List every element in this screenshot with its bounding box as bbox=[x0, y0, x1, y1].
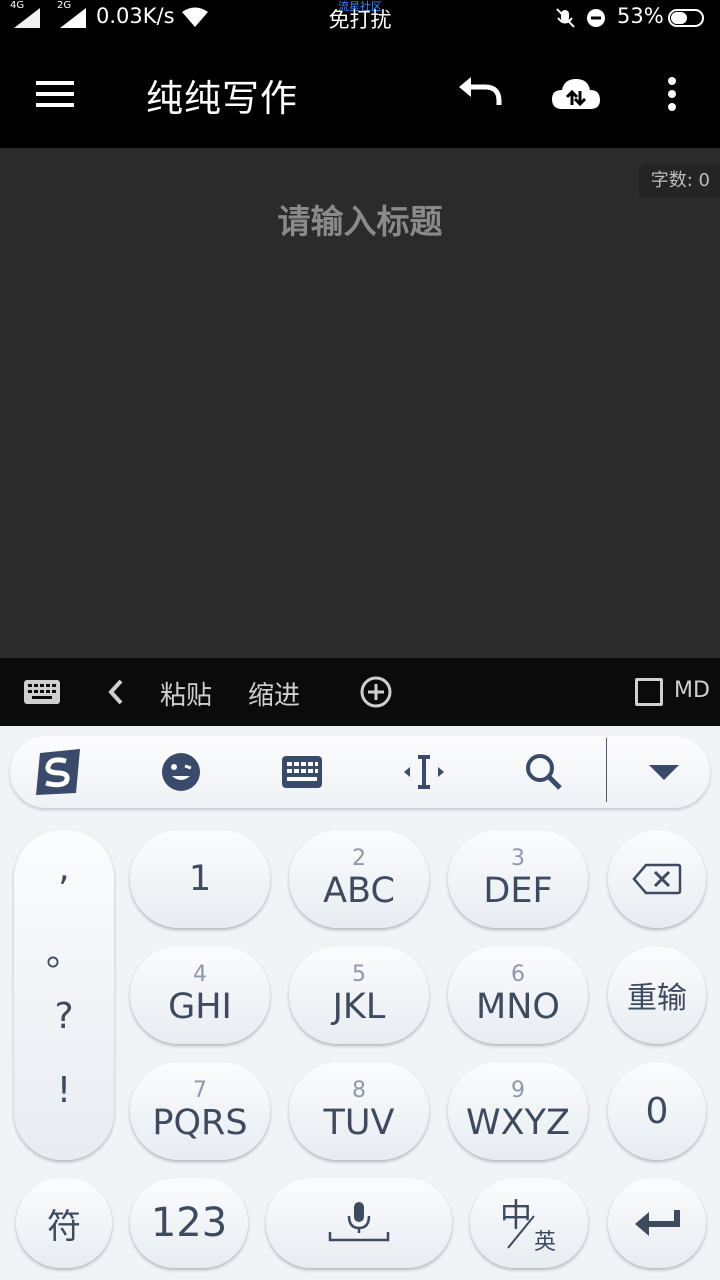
key-number: 8 bbox=[352, 1078, 366, 1103]
key-7-pqrs[interactable]: 7 PQRS bbox=[130, 1062, 270, 1160]
key-1[interactable]: 1 bbox=[130, 830, 270, 928]
md-checkbox[interactable] bbox=[635, 678, 663, 706]
more-vertical-icon[interactable] bbox=[644, 66, 700, 122]
title-input[interactable] bbox=[0, 202, 720, 241]
status-bar: 4G 2G 0.03K/s 流星社区 免打扰 53% bbox=[0, 0, 720, 36]
punct-question[interactable]: ? bbox=[14, 996, 114, 1037]
key-number: 3 bbox=[511, 846, 525, 871]
slash-divider-icon bbox=[507, 1215, 535, 1249]
key-number: 4 bbox=[193, 962, 207, 987]
symbols-label: 符 bbox=[47, 1206, 81, 1247]
key-label: MNO bbox=[476, 987, 560, 1027]
sogou-logo-icon[interactable] bbox=[30, 746, 86, 798]
voice-space-button[interactable] bbox=[266, 1178, 452, 1268]
key-number: 9 bbox=[511, 1078, 525, 1103]
backspace-button[interactable] bbox=[608, 830, 706, 928]
emoji-icon[interactable] bbox=[153, 746, 209, 798]
key-label: JKL bbox=[332, 987, 386, 1027]
hamburger-menu-icon[interactable] bbox=[28, 66, 84, 122]
key-9-wxyz[interactable]: 9 WXYZ bbox=[448, 1062, 588, 1160]
punct-exclamation[interactable]: ! bbox=[14, 1070, 114, 1111]
enter-button[interactable] bbox=[608, 1178, 706, 1268]
punct-comma[interactable]: , bbox=[14, 848, 114, 889]
backspace-icon bbox=[632, 863, 682, 895]
keyboard-switch-icon[interactable] bbox=[274, 746, 330, 798]
plus-circle-icon[interactable] bbox=[356, 672, 396, 712]
lang-en-label: 英 bbox=[534, 1230, 557, 1255]
md-label: MD bbox=[674, 678, 710, 703]
numbers-label: 123 bbox=[150, 1200, 228, 1246]
key-label: WXYZ bbox=[466, 1103, 570, 1143]
word-count-badge: 字数: 0 bbox=[638, 164, 720, 198]
key-5-jkl[interactable]: 5 JKL bbox=[289, 946, 429, 1044]
cursor-move-icon[interactable] bbox=[396, 746, 452, 798]
punct-period[interactable]: 。 bbox=[14, 924, 114, 976]
key-label: ABC bbox=[323, 871, 395, 911]
keyboard-top-bar bbox=[10, 736, 710, 808]
battery-percent: 53% bbox=[617, 4, 664, 28]
key-number: 2 bbox=[352, 846, 366, 871]
collapse-down-icon[interactable] bbox=[636, 746, 692, 798]
reinput-button[interactable]: 重输 bbox=[608, 946, 706, 1044]
key-8-tuv[interactable]: 8 TUV bbox=[289, 1062, 429, 1160]
key-label: 0 bbox=[645, 1090, 669, 1132]
reinput-label: 重输 bbox=[627, 981, 687, 1016]
indent-button[interactable]: 缩进 bbox=[248, 675, 300, 712]
ime-keyboard: , 。 ? ! 1 2 ABC 3 DEF 4 GHI 5 JKL 6 MNO … bbox=[0, 726, 720, 1280]
do-not-disturb-label: 免打扰 bbox=[328, 8, 392, 32]
symbols-button[interactable]: 符 bbox=[16, 1178, 112, 1268]
language-switch-button[interactable]: 中 英 bbox=[470, 1178, 588, 1268]
key-0[interactable]: 0 bbox=[608, 1062, 706, 1160]
key-3-def[interactable]: 3 DEF bbox=[448, 830, 588, 928]
dnd-icon bbox=[587, 9, 605, 27]
enter-icon bbox=[635, 1210, 680, 1236]
key-label: 1 bbox=[188, 859, 212, 899]
app-toolbar: 纯纯写作 bbox=[0, 36, 720, 148]
editor-area[interactable]: 字数: 0 bbox=[0, 148, 720, 658]
key-label: TUV bbox=[323, 1103, 395, 1143]
key-label: DEF bbox=[483, 871, 553, 911]
top-bar-divider bbox=[606, 738, 607, 802]
key-6-mno[interactable]: 6 MNO bbox=[448, 946, 588, 1044]
key-4-ghi[interactable]: 4 GHI bbox=[130, 946, 270, 1044]
cloud-sync-icon[interactable] bbox=[548, 66, 604, 122]
key-label: PQRS bbox=[152, 1103, 248, 1143]
punctuation-key[interactable]: , 。 ? ! bbox=[14, 830, 114, 1160]
key-number: 6 bbox=[511, 962, 525, 987]
numbers-button[interactable]: 123 bbox=[130, 1178, 248, 1268]
microphone-icon bbox=[328, 1202, 390, 1242]
paste-button[interactable]: 粘贴 bbox=[160, 675, 212, 712]
app-title: 纯纯写作 bbox=[146, 77, 298, 120]
key-2-abc[interactable]: 2 ABC bbox=[289, 830, 429, 928]
chevron-left-icon[interactable] bbox=[96, 672, 136, 712]
key-number: 5 bbox=[352, 962, 366, 987]
undo-icon[interactable] bbox=[452, 66, 508, 122]
battery-icon bbox=[668, 9, 704, 27]
edit-toolbar: 粘贴 缩进 MD bbox=[0, 658, 720, 726]
search-icon[interactable] bbox=[516, 746, 572, 798]
key-number: 7 bbox=[193, 1078, 207, 1103]
mute-icon bbox=[556, 8, 575, 28]
key-label: GHI bbox=[168, 987, 232, 1027]
keyboard-icon[interactable] bbox=[22, 672, 62, 712]
